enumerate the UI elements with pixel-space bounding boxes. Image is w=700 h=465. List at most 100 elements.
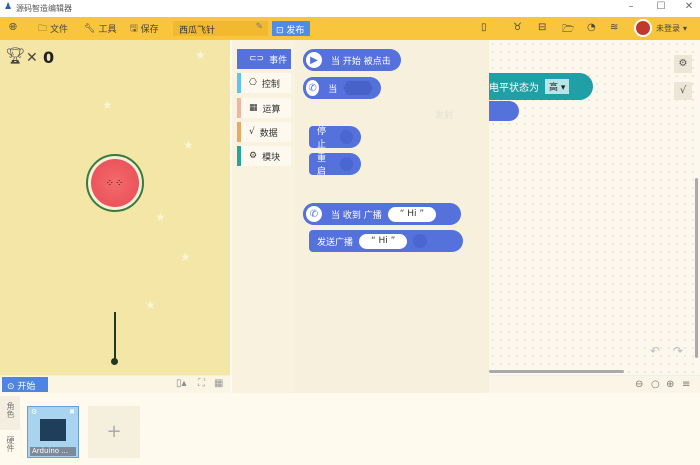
broadcast-name-input[interactable]: “ Hi ” (387, 206, 437, 222)
settings-icon[interactable]: ⚙ (31, 408, 37, 416)
category-label: 运算 (262, 104, 281, 115)
wrench-icon: 🔧︎ (84, 23, 96, 34)
start-label: 开始 (17, 382, 36, 392)
start-button[interactable]: ⊙ 开始 (2, 377, 48, 392)
project-name-input[interactable]: 西瓜飞针 ✎ (173, 21, 268, 36)
category-events[interactable]: ⊂⊃ 事件 (237, 49, 291, 69)
tab-hardware[interactable]: 硬件 (0, 436, 20, 462)
send-broadcast-block[interactable]: 发送广播 “ Hi ” (309, 230, 463, 252)
toggle-dot (413, 234, 428, 248)
file-menu[interactable]: 🗀 文件 (38, 21, 68, 36)
maximize-button[interactable]: ☐ (654, 1, 668, 12)
ghost-value: 发射 (435, 111, 454, 121)
tools-label: 工具 (98, 25, 117, 35)
calculator-icon: ▦ (249, 103, 258, 113)
close-button[interactable]: ✕ (682, 1, 696, 12)
when-receive-broadcast-block[interactable]: ✆ 当 收到 广播 “ Hi ” (303, 203, 461, 225)
wifi-icon[interactable]: ≋ (610, 22, 618, 33)
main-toolbar: 🌐︎ 🗀 文件 🔧︎ 工具 🖫 保存 西瓜飞针 ✎ ⊡ 发布 ▯ ♉ ⊟ 🗁 ◔ ≋ 未… (0, 17, 700, 40)
device-orientation-icon[interactable]: ▯▴ (176, 378, 187, 389)
when-condition-block[interactable]: ✆ 当 (303, 77, 381, 99)
block-text: 电平状态为 (489, 83, 539, 94)
avatar[interactable] (634, 19, 652, 37)
category-modules[interactable]: ⚙ 模块 (237, 146, 291, 166)
flyout-footer (295, 375, 489, 393)
block-flyout: 发射 ▶ 当 开始 被点击 ✆ 当 停止 重启 ✆ 当 收到 广播 “ Hi ” 发送广… (295, 40, 489, 375)
redo-icon[interactable]: ↷ (673, 344, 683, 358)
category-label: 数据 (259, 128, 278, 139)
events-icon: ⊂⊃ (249, 54, 265, 64)
file-label: 文件 (50, 25, 69, 35)
star-icon: ★ (155, 210, 166, 224)
pin-level-dropdown[interactable]: 高 ▾ (545, 79, 570, 94)
grid-icon[interactable]: ▦ (214, 378, 223, 389)
block-text: 停止 (317, 127, 327, 150)
window-title: 源码智造编辑器 (16, 4, 72, 13)
restart-block[interactable]: 重启 (309, 153, 361, 177)
project-name: 西瓜飞针 (179, 26, 216, 36)
folder-icon: 🗀 (38, 23, 48, 34)
fullscreen-icon[interactable]: ⛶ (198, 378, 205, 389)
category-operators[interactable]: ▦ 运算 (237, 98, 291, 118)
watermelon[interactable]: ⁘⁘ (86, 154, 144, 212)
score-value: 0 (43, 48, 55, 67)
globe-icon[interactable]: 🌐︎ (9, 22, 17, 33)
data-chart-button[interactable]: √ (674, 82, 692, 100)
set-pin-level-block[interactable]: 电平状态为高 ▾ (479, 73, 593, 100)
play-circle-icon: ⊙ (7, 382, 15, 392)
app-logo-icon: ♟ (4, 2, 13, 12)
multiply-icon: ✕ (26, 50, 38, 66)
save-icon: 🖫 (130, 23, 138, 34)
user-label: 未登录 (656, 24, 680, 33)
stage[interactable]: 🏆︎ ✕ 0 ★ ★ ★ ★ ★ ★ ⁘⁘ (0, 40, 230, 375)
category-control[interactable]: ⎔ 控制 (237, 73, 291, 93)
device-card-arduino[interactable]: ⚙ ✖ Arduino ... (27, 406, 79, 458)
category-label: 控制 (261, 79, 280, 90)
satellite-icon: ✆ (303, 203, 325, 225)
stop-block[interactable]: 停止 (309, 126, 361, 150)
minimize-button[interactable]: – (624, 1, 638, 12)
gamepad-icon: ⎔ (249, 78, 257, 88)
when-start-clicked-block[interactable]: ▶ 当 开始 被点击 (303, 49, 401, 71)
user-menu[interactable]: 未登录 ▾ (656, 21, 687, 36)
asset-panel: 角色 硬件 ⚙ ✖ Arduino ... + (0, 394, 700, 465)
delete-icon[interactable]: ✖ (69, 408, 75, 416)
tools-menu[interactable]: 🔧︎ 工具 (84, 21, 116, 36)
robot-icon[interactable]: ♉ (513, 22, 522, 33)
zoom-controls: ⊖ ○ ⊕ ≡ (489, 375, 700, 393)
block-text: 当 (328, 84, 338, 95)
edit-icon: ✎ (255, 22, 263, 32)
undo-icon[interactable]: ↶ (650, 344, 660, 358)
broadcast-message-input[interactable]: “ Hi ” (359, 233, 408, 249)
tab-roles[interactable]: 角色 (0, 396, 20, 430)
play-icon: ▶ (303, 49, 325, 71)
block-text: 发送广播 (317, 237, 354, 248)
watermelon-seeds: ⁘⁘ (91, 159, 139, 207)
condition-slot[interactable] (343, 81, 373, 95)
satellite-icon: ✆ (303, 77, 323, 99)
hardware-chip-button[interactable]: ⚙ (674, 55, 692, 73)
code-workspace[interactable]: 电平状态为高 ▾ ⚙ √ ↶ ↷ (479, 40, 700, 375)
device-icon[interactable]: ▯ (481, 22, 487, 33)
block-text: 重启 (317, 154, 327, 177)
vertical-scrollbar[interactable] (695, 178, 698, 358)
star-icon: ★ (183, 138, 194, 152)
bag-icon[interactable]: ⊟ (538, 22, 546, 33)
zoom-in-icon[interactable]: ⊕ (666, 379, 674, 390)
horizontal-scrollbar[interactable] (489, 370, 624, 373)
publish-button[interactable]: ⊡ 发布 (272, 21, 310, 36)
folder-open-icon[interactable]: 🗁 (562, 22, 574, 39)
category-label: 事件 (269, 55, 288, 66)
zoom-reset-icon[interactable]: ○ (651, 379, 660, 390)
needle-head (111, 358, 118, 365)
category-data[interactable]: √ 数据 (237, 122, 291, 142)
block-text: 当 收到 广播 (331, 210, 382, 221)
chip-icon: ⚙ (249, 151, 258, 161)
add-device-button[interactable]: + (88, 406, 140, 458)
publish-label: 发布 (286, 26, 305, 36)
save-button[interactable]: 🖫 保存 (130, 21, 159, 36)
zoom-out-icon[interactable]: ⊖ (635, 379, 643, 390)
help-icon[interactable]: ◔ (587, 22, 596, 33)
menu-icon[interactable]: ≡ (682, 379, 690, 390)
category-label: 模块 (262, 152, 281, 163)
